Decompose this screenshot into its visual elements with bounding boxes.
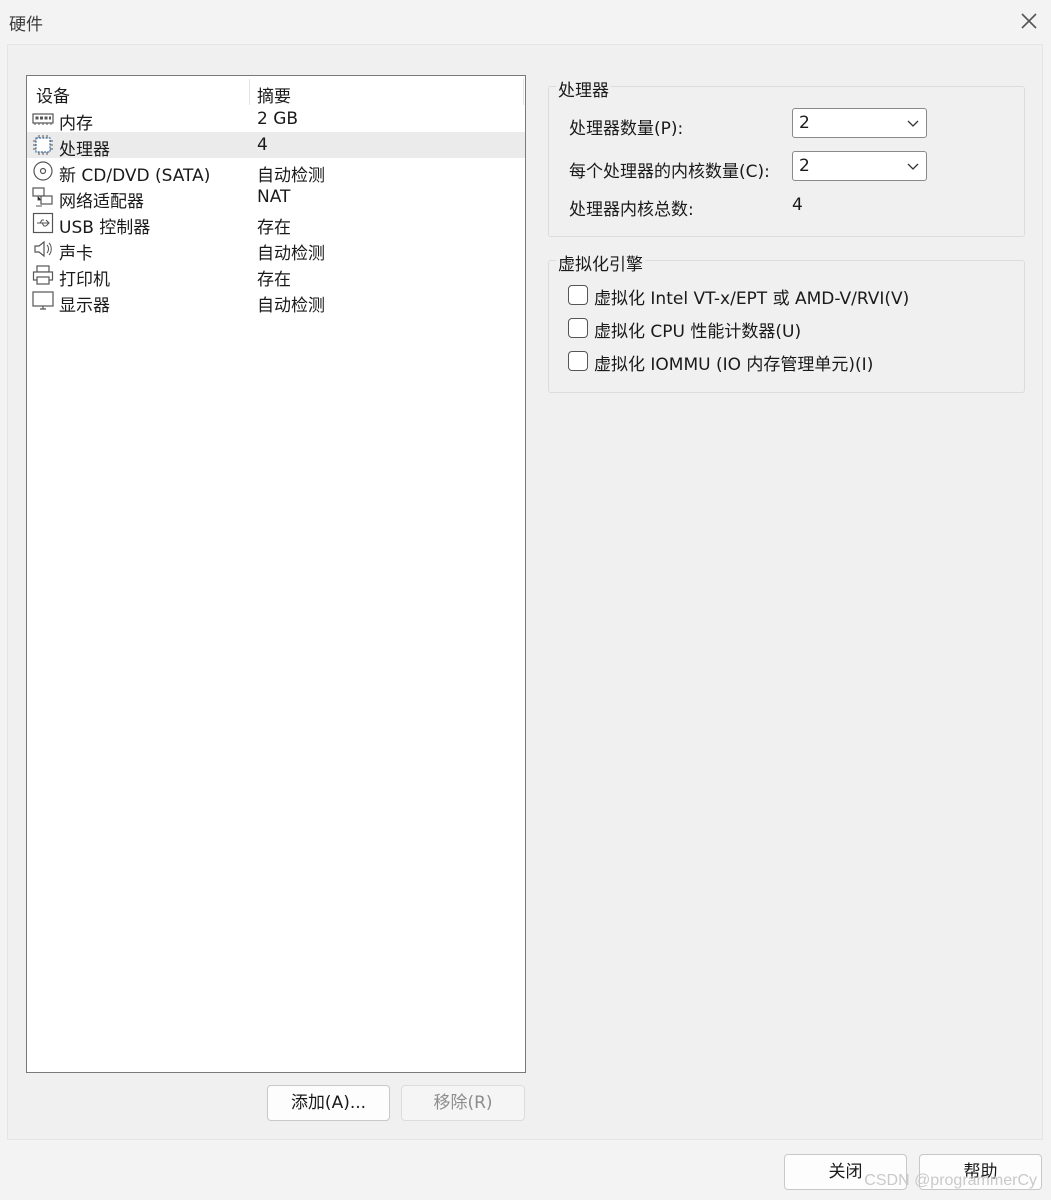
processor-group-title: 处理器: [556, 76, 611, 101]
column-header-summary[interactable]: 摘要: [257, 82, 291, 107]
list-item-usb[interactable]: USB 控制器 存在: [27, 210, 525, 238]
total-cores-label: 处理器内核总数:: [569, 200, 694, 220]
list-item-memory[interactable]: 内存 2 GB: [27, 106, 525, 134]
monitor-icon: [32, 291, 54, 310]
device-summary: 2 GB: [257, 109, 299, 129]
processor-icon: [33, 135, 53, 155]
device-name: USB 控制器: [59, 218, 151, 238]
device-summary: 存在: [257, 218, 291, 238]
device-summary: 自动检测: [257, 166, 325, 186]
device-summary: 自动检测: [257, 244, 325, 264]
device-name: 打印机: [59, 270, 110, 290]
title-bar: 硬件: [0, 0, 1051, 44]
device-summary: 存在: [257, 270, 291, 290]
column-divider: [249, 79, 250, 105]
column-divider: [523, 79, 524, 105]
processor-count-select[interactable]: 2: [792, 108, 927, 138]
chevron-down-icon: [907, 120, 919, 127]
printer-icon: [32, 265, 54, 285]
device-name: 网络适配器: [59, 192, 144, 212]
memory-icon: [32, 113, 54, 125]
list-item-display[interactable]: 显示器 自动检测: [27, 288, 525, 316]
window-title: 硬件: [9, 15, 43, 35]
list-header: 设备 摘要: [27, 76, 525, 107]
device-summary: 4: [257, 135, 268, 155]
virtualize-vtx-checkbox[interactable]: [568, 285, 588, 305]
virtualize-cpu-counters-checkbox[interactable]: [568, 318, 588, 338]
virtualize-iommu-checkbox[interactable]: [568, 351, 588, 371]
list-item-cd-dvd[interactable]: 新 CD/DVD (SATA) 自动检测: [27, 158, 525, 186]
device-name: 处理器: [59, 140, 110, 160]
total-cores-value: 4: [792, 195, 803, 215]
close-icon[interactable]: [1017, 9, 1041, 33]
chevron-down-icon: [907, 163, 919, 170]
cd-dvd-icon: [33, 161, 53, 181]
device-name: 显示器: [59, 296, 110, 316]
device-name: 新 CD/DVD (SATA): [59, 166, 211, 186]
virtualize-cpu-counters-label[interactable]: 虚拟化 CPU 性能计数器(U): [594, 317, 801, 342]
device-summary: NAT: [257, 187, 291, 207]
virtualization-engine-group-title: 虚拟化引擎: [556, 250, 645, 275]
virtualize-vtx-label[interactable]: 虚拟化 Intel VT-x/EPT 或 AMD-V/RVI(V): [594, 284, 909, 309]
list-item-printer[interactable]: 打印机 存在: [27, 262, 525, 290]
cores-per-processor-value: 2: [799, 156, 810, 176]
device-name: 内存: [59, 114, 93, 134]
speaker-icon: [34, 240, 52, 258]
remove-button[interactable]: 移除(R): [401, 1085, 525, 1121]
device-list[interactable]: 设备 摘要 内存 2 GB 处理器 4 新 CD/DVD (SATA) 自动检测…: [26, 75, 526, 1073]
device-name: 声卡: [59, 244, 93, 264]
network-adapter-icon: [32, 187, 53, 207]
watermark: CSDN @programmerCy: [864, 1172, 1037, 1189]
processor-count-label: 处理器数量(P):: [569, 119, 684, 139]
cores-per-processor-label: 每个处理器的内核数量(C):: [569, 162, 770, 182]
device-summary: 自动检测: [257, 296, 325, 316]
list-item-network-adapter[interactable]: 网络适配器 NAT: [27, 184, 525, 212]
list-item-processor[interactable]: 处理器 4: [27, 132, 525, 160]
cores-per-processor-select[interactable]: 2: [792, 151, 927, 181]
column-header-device[interactable]: 设备: [36, 82, 70, 107]
usb-icon: [32, 212, 54, 234]
processor-count-value: 2: [799, 113, 810, 133]
list-item-sound-card[interactable]: 声卡 自动检测: [27, 236, 525, 264]
add-button[interactable]: 添加(A)...: [267, 1085, 390, 1121]
virtualize-iommu-label[interactable]: 虚拟化 IOMMU (IO 内存管理单元)(I): [594, 350, 873, 375]
